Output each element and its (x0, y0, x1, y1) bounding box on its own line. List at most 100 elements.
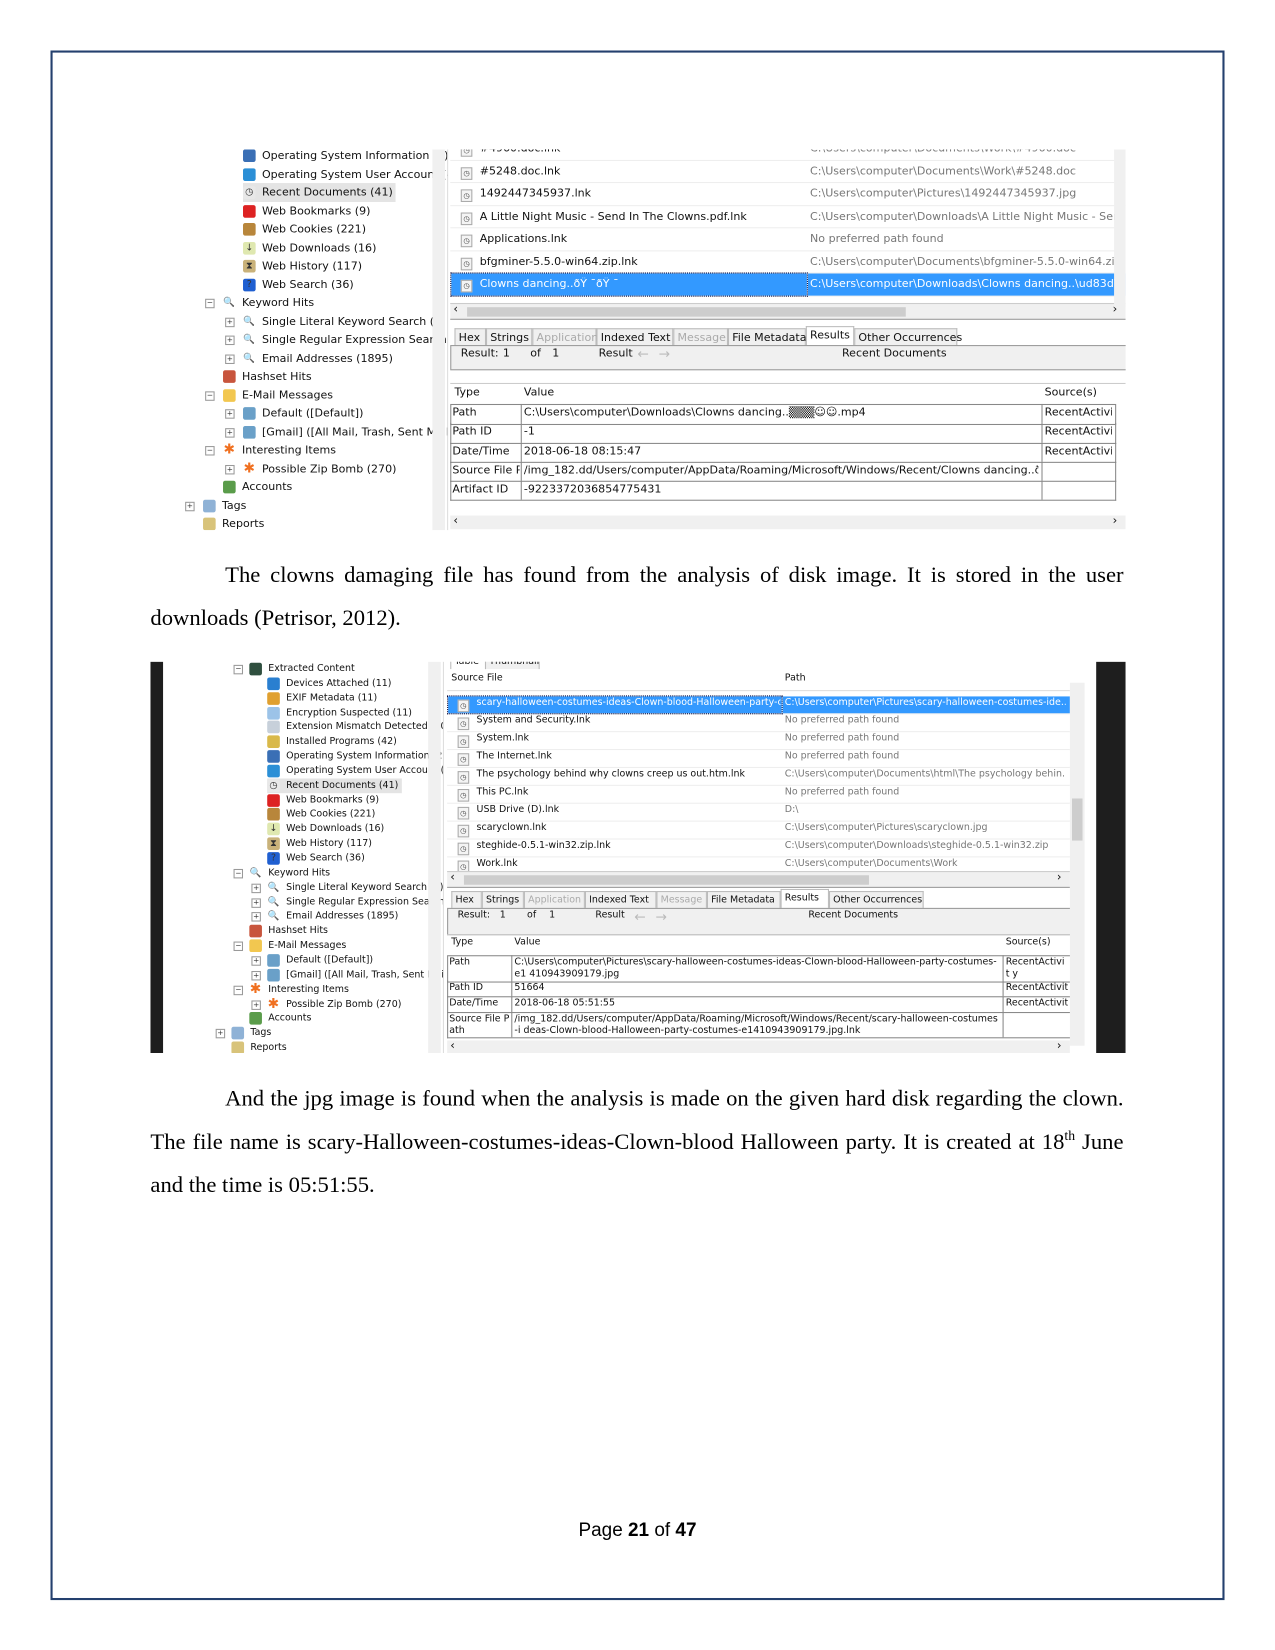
horizontal-scrollbar[interactable]: ‹ › (450, 302, 1126, 320)
tree-item-recent-documents-41[interactable]: ◷ Recent Documents (41) (243, 183, 396, 202)
tree-item-web-downloads-16[interactable]: ↓ Web Downloads (16) (267, 822, 387, 837)
tree-item-hashset-hits[interactable]: Hashset Hits (249, 924, 331, 939)
tab-results[interactable]: Results (805, 326, 855, 347)
tree-scrollbar[interactable] (432, 149, 445, 531)
plus-box-icon[interactable]: + (225, 335, 235, 346)
tree-item-keyword-hits[interactable]: 🔍 Keyword Hits (223, 294, 317, 312)
scrollbar-thumb[interactable] (1071, 798, 1083, 841)
tab-strings[interactable]: Strings (486, 328, 533, 347)
tree-item-recent-documents-41[interactable]: ◷ Recent Documents (41) (267, 778, 402, 793)
results-horizontal-scrollbar[interactable]: ‹ › (450, 513, 1126, 530)
tree-item-web-search-36[interactable]: ? Web Search (36) (243, 275, 357, 293)
scroll-left-arrow-icon[interactable]: ‹ (450, 870, 455, 884)
tree-item-web-downloads-16[interactable]: ↓ Web Downloads (16) (243, 239, 380, 257)
tree-item-keyword-hits[interactable]: 🔍 Keyword Hits (249, 866, 333, 881)
minus-box-icon[interactable]: − (233, 941, 244, 952)
arrow-right-icon[interactable]: → (655, 910, 666, 926)
horizontal-scrollbar[interactable]: ‹ › (447, 870, 1070, 888)
tree-scrollbar[interactable] (428, 661, 441, 1054)
tree-item-email-addresses-1895[interactable]: 🔍 Email Addresses (1895) (243, 349, 396, 367)
tree-item-hashset-hits[interactable]: Hashset Hits (223, 367, 315, 385)
scroll-left-arrow-icon[interactable]: ‹ (453, 302, 458, 316)
tree-item-web-history-117[interactable]: ⧗ Web History (117) (243, 257, 365, 275)
tree-item-gmail-all-mail-trash-sent-mail[interactable]: [Gmail] ([All Mail, Trash, Sent Mail]) (243, 423, 447, 441)
plus-box-icon[interactable]: + (251, 897, 261, 908)
tree-item-possible-zip-bomb-270[interactable]: ✱ Possible Zip Bomb (270) (267, 997, 404, 1012)
tree-item-web-cookies-221[interactable]: Web Cookies (221) (243, 220, 369, 238)
results-horizontal-scrollbar[interactable]: ‹ › (447, 1038, 1070, 1054)
plus-box-icon[interactable]: + (251, 956, 261, 966)
arrow-left-icon[interactable]: ← (638, 347, 649, 363)
tab-file-metadata[interactable]: File Metadata (727, 328, 807, 347)
plus-box-icon[interactable]: + (215, 1029, 226, 1039)
arrow-left-icon[interactable]: ← (634, 910, 645, 926)
column-header-type[interactable]: Type (451, 937, 473, 948)
column-header-type[interactable]: Type (454, 386, 479, 399)
plus-box-icon[interactable]: + (251, 883, 261, 893)
column-header-sources[interactable]: Source(s) (1006, 937, 1051, 948)
plus-box-icon[interactable]: + (251, 970, 261, 981)
plus-box-icon[interactable]: + (185, 501, 195, 511)
minus-box-icon[interactable]: − (233, 664, 244, 675)
tab-thumbnail[interactable]: Thumbnail (484, 661, 540, 670)
tree-item-operating-system-user-account-4[interactable]: Operating System User Account (4) (267, 764, 443, 779)
column-header-value[interactable]: Value (514, 937, 540, 948)
plus-box-icon[interactable]: + (251, 999, 261, 1010)
tree-item-default-default[interactable]: Default ([Default]) (267, 953, 376, 968)
tab-other-occurrences[interactable]: Other Occurrences (828, 891, 924, 909)
scroll-right-arrow-icon[interactable]: › (1113, 513, 1118, 527)
plus-box-icon[interactable]: + (225, 353, 235, 364)
column-header-sources[interactable]: Source(s) (1045, 386, 1097, 399)
column-header-path[interactable]: Path (785, 673, 806, 684)
tree-item-accounts[interactable]: Accounts (249, 1011, 314, 1026)
tree-item-web-history-117[interactable]: ⧗ Web History (117) (267, 837, 375, 852)
tree-item-accounts[interactable]: Accounts (223, 478, 295, 496)
tree-item-operating-system-information-2[interactable]: Operating System Information (2) (243, 149, 447, 165)
minus-box-icon[interactable]: − (205, 446, 215, 456)
plus-box-icon[interactable]: + (225, 427, 235, 438)
tree-item-exif-metadata-11[interactable]: EXIF Metadata (11) (267, 691, 380, 706)
minus-box-icon[interactable]: − (233, 985, 244, 995)
tree-item-interesting-items[interactable]: ✱ Interesting Items (223, 441, 339, 459)
scroll-right-arrow-icon[interactable]: › (1057, 1038, 1062, 1052)
tab-other-occurrences[interactable]: Other Occurrences (854, 328, 962, 347)
tree-item-email-addresses-1895[interactable]: 🔍 Email Addresses (1895) (267, 909, 401, 924)
tree-item-e-mail-messages[interactable]: E-Mail Messages (249, 939, 349, 954)
tree-item-encryption-suspected-11[interactable]: Encryption Suspected (11) (267, 705, 415, 720)
plus-box-icon[interactable]: + (251, 912, 261, 923)
scroll-left-arrow-icon[interactable]: ‹ (453, 513, 458, 527)
tree-item-single-literal-keyword-search-0[interactable]: 🔍 Single Literal Keyword Search (0) (267, 880, 443, 895)
tree-item-extension-mismatch-detected-103[interactable]: Extension Mismatch Detected (103) (267, 720, 443, 735)
tree-item-tags[interactable]: Tags (203, 496, 250, 514)
tree-item-tags[interactable]: Tags (231, 1026, 274, 1041)
plus-box-icon[interactable]: + (225, 464, 235, 474)
tree-item-single-regular-expression-search-0[interactable]: 🔍 Single Regular Expression Search (0) (243, 331, 447, 349)
scrollbar-thumb[interactable] (463, 875, 869, 885)
plus-box-icon[interactable]: + (225, 409, 235, 419)
tree-item-gmail-all-mail-trash-sent-mail[interactable]: [Gmail] ([All Mail, Trash, Sent Mail]) (267, 968, 443, 983)
scrollbar-thumb[interactable] (467, 307, 907, 317)
tree-item-web-cookies-221[interactable]: Web Cookies (221) (267, 807, 378, 822)
tree-item-possible-zip-bomb-270[interactable]: ✱ Possible Zip Bomb (270) (243, 459, 400, 477)
minus-box-icon[interactable]: − (205, 298, 215, 309)
column-header-value[interactable]: Value (524, 386, 554, 399)
tab-table[interactable]: Table (450, 661, 487, 670)
tab-hex[interactable]: Hex (451, 891, 482, 909)
tab-results[interactable]: Results (780, 888, 829, 909)
tree-item-reports[interactable]: Reports (203, 515, 267, 531)
tree-item-interesting-items[interactable]: ✱ Interesting Items (249, 982, 352, 997)
tree-item-default-default[interactable]: Default ([Default]) (243, 404, 367, 422)
minus-box-icon[interactable]: − (233, 868, 244, 879)
tree-item-web-search-36[interactable]: ? Web Search (36) (267, 851, 368, 866)
tree-item-e-mail-messages[interactable]: E-Mail Messages (223, 386, 336, 404)
tab-hex[interactable]: Hex (454, 328, 487, 347)
tab-indexed-text[interactable]: Indexed Text (596, 328, 674, 347)
tree-item-single-literal-keyword-search-0[interactable]: 🔍 Single Literal Keyword Search (0) (243, 312, 447, 330)
column-header-source-file[interactable]: Source File (451, 673, 502, 684)
scroll-right-arrow-icon[interactable]: › (1057, 870, 1062, 884)
vertical-scrollbar[interactable] (1069, 682, 1085, 1046)
tree-item-reports[interactable]: Reports (231, 1041, 289, 1054)
vertical-scrollbar[interactable] (1114, 149, 1126, 308)
tree-item-operating-system-user-account-4[interactable]: Operating System User Account (4) (243, 165, 447, 183)
tree-item-installed-programs-42[interactable]: Installed Programs (42) (267, 735, 400, 750)
